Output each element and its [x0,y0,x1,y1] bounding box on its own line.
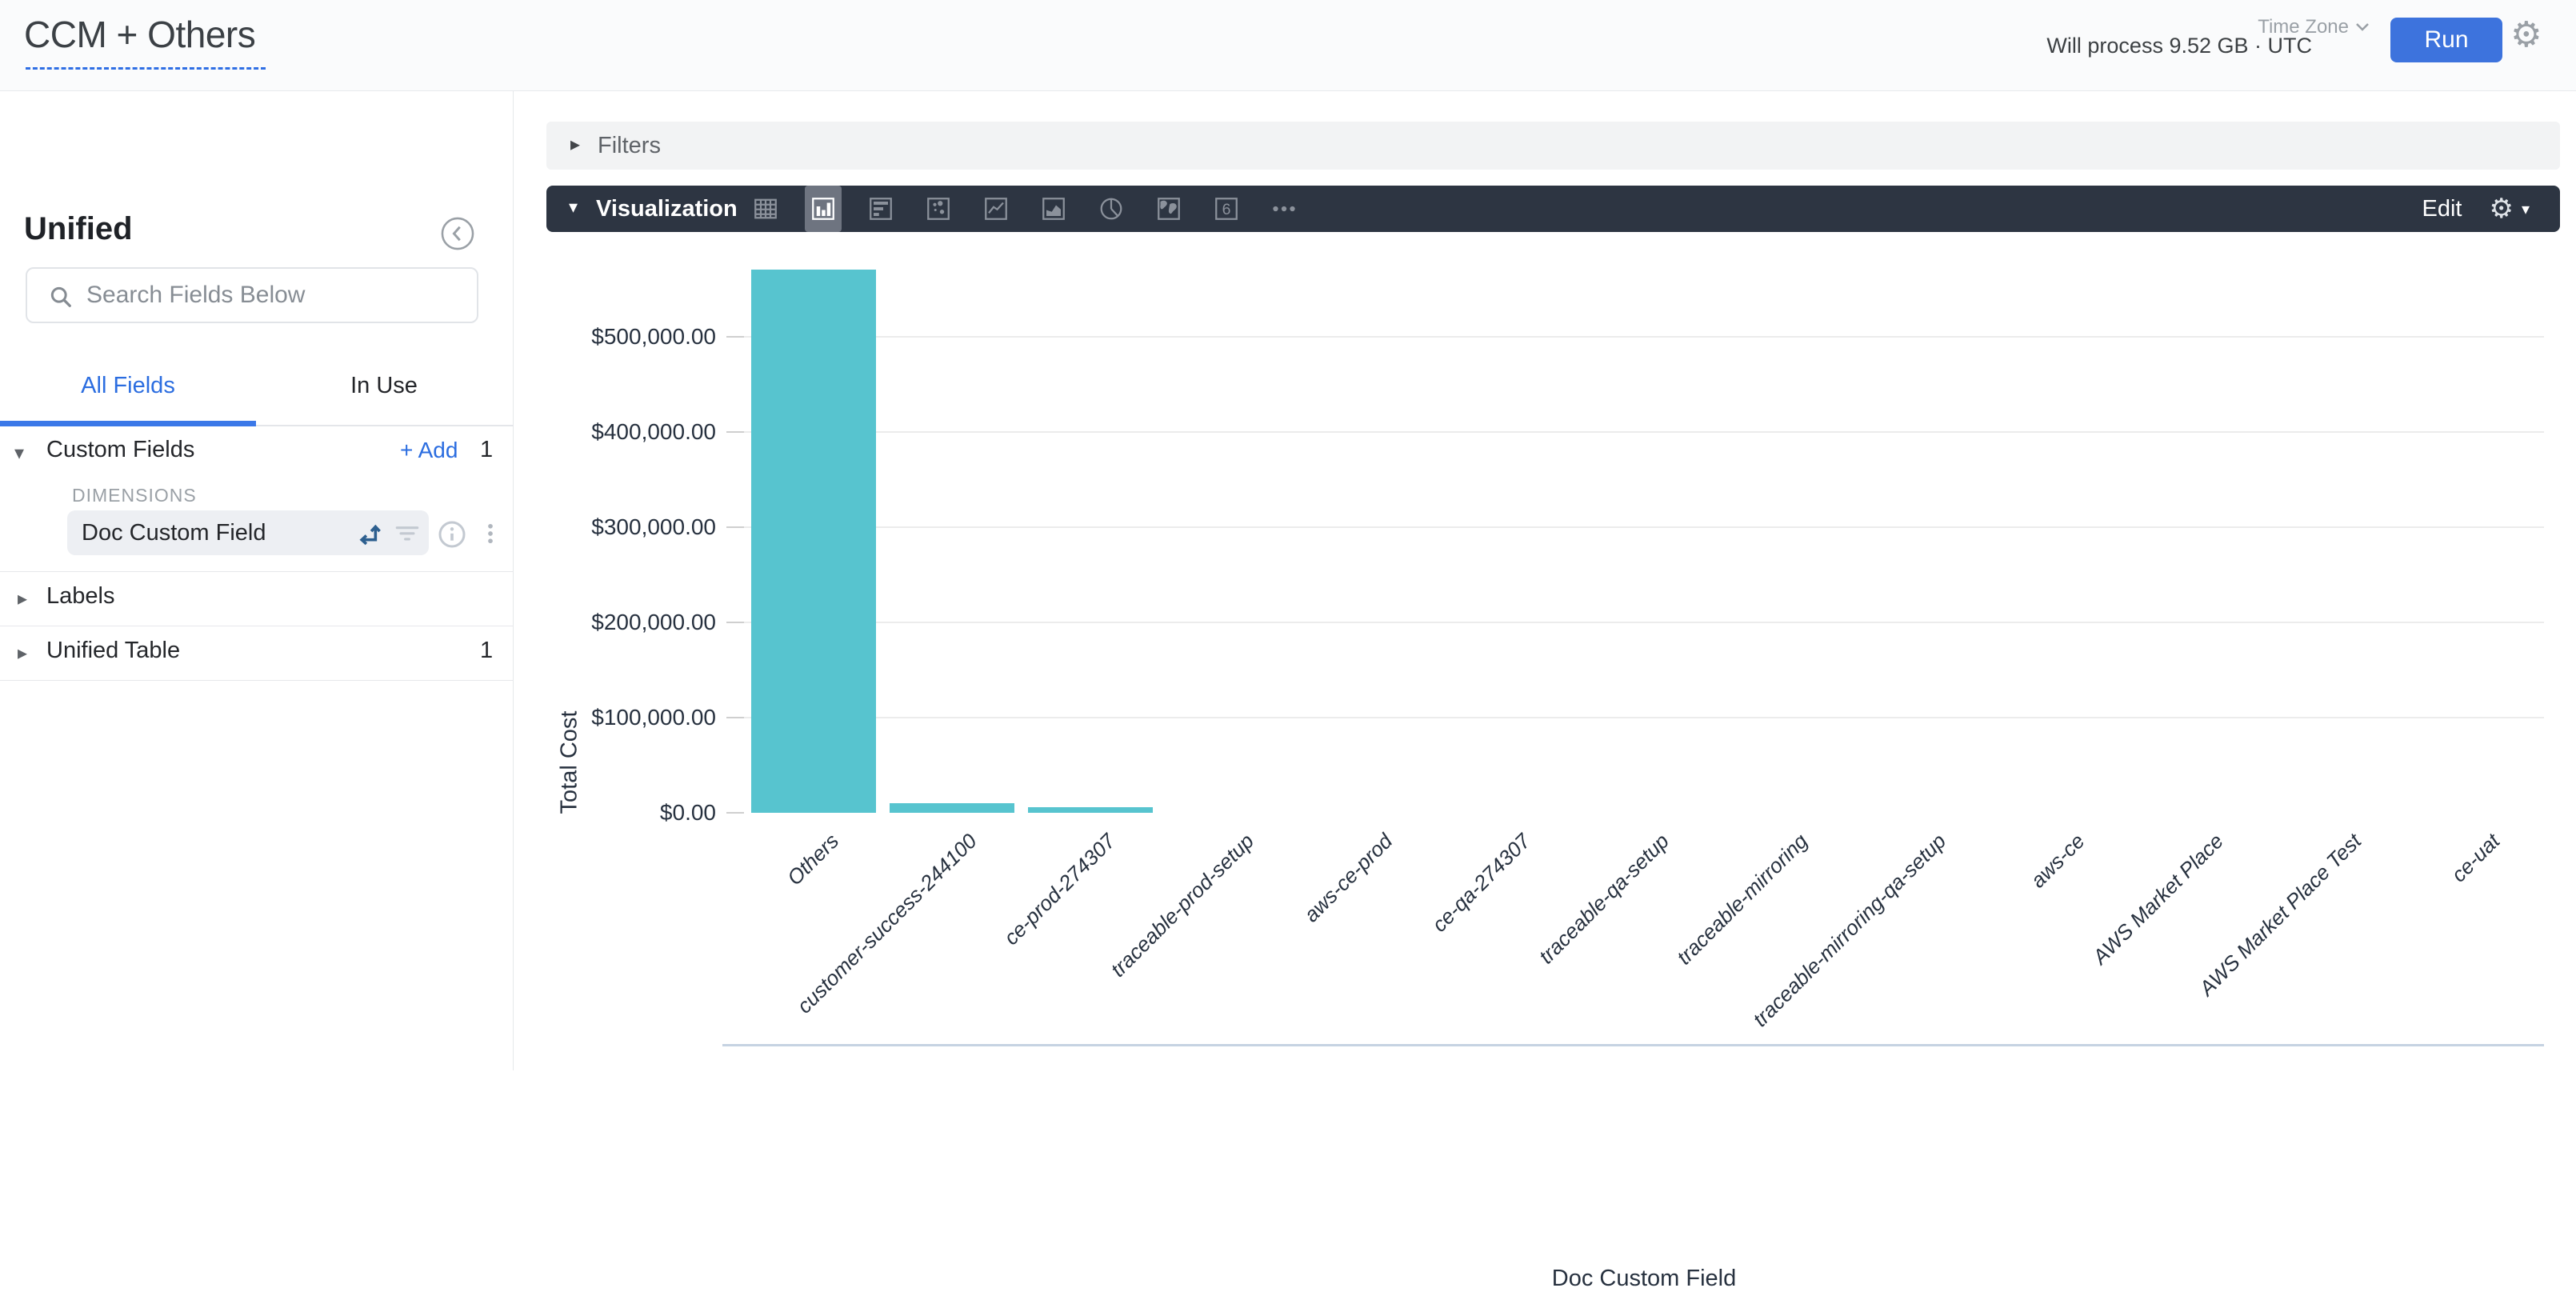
visualization-toolbar: ▾ Visualization 6 Edit ⚙ ▾ [546,186,2560,232]
run-button[interactable]: Run [2390,18,2502,62]
line-chart-icon [982,194,1010,223]
y-gridline [744,336,2544,338]
y-gridline [744,526,2544,528]
y-axis-tick [726,622,744,623]
gear-icon: ⚙ [2489,193,2513,225]
x-axis-label: traceable-prod-setup [1106,829,1259,982]
x-axis-label: aws-ce [2026,829,2090,893]
page-title[interactable]: CCM + Others [24,13,255,56]
chevron-down-icon [2355,22,2370,32]
x-axis-label: ce-prod-274307 [999,829,1121,950]
y-axis-tick-label: $200,000.00 [544,610,716,635]
viz-type-column-button[interactable] [805,186,842,232]
area-chart-icon [1039,194,1068,223]
x-axis-label: aws-ce-prod [1299,829,1398,927]
caret-down-icon[interactable]: ▾ [569,198,578,218]
x-axis-title: Doc Custom Field [1484,1266,1804,1292]
viz-edit-button[interactable]: Edit [2422,196,2462,222]
top-header: CCM + Others Time Zone Will process 9.52… [0,0,2576,91]
visualization-label: Visualization [596,186,738,232]
scatter-chart-icon [924,194,953,223]
single-chart-icon: 6 [1212,194,1241,223]
bar-ce-prod-274307[interactable] [1028,807,1153,813]
viz-settings-dropdown[interactable]: ⚙ ▾ [2489,193,2530,225]
y-gridline [744,622,2544,623]
y-axis-tick [726,336,744,338]
bar-chart-icon [866,194,895,223]
y-axis-tick-label: $100,000.00 [544,705,716,730]
y-axis-tick [726,431,744,433]
y-axis-tick-label: $500,000.00 [544,324,716,350]
x-axis-label: traceable-mirroring [1672,829,1813,970]
title-dashed-underline [26,67,266,70]
svg-text:6: 6 [1222,201,1231,218]
caret-right-icon: ▸ [570,133,580,155]
y-gridline [744,717,2544,718]
y-axis-tick-label: $0.00 [544,800,716,826]
viz-type-scatter-button[interactable] [920,186,957,232]
viz-type-line-button[interactable] [978,186,1014,232]
y-axis-tick [726,812,744,814]
table-chart-icon [751,194,780,223]
viz-type-table-button[interactable] [747,186,784,232]
y-gridline [744,431,2544,433]
bar-chart: Total Cost Doc Custom Field $0.00$100,00… [0,232,2576,1070]
process-size-status: Will process 9.52 GB · UTC [2046,34,2312,58]
y-axis-tick-label: $400,000.00 [544,419,716,445]
pie-chart-icon [1097,194,1126,223]
x-axis-label: AWS Market Place [2087,829,2228,970]
column-chart-icon [809,194,838,223]
settings-gear-icon[interactable]: ⚙ [2510,18,2542,53]
filters-label: Filters [598,122,661,170]
viz-type-bar-button[interactable] [862,186,899,232]
x-axis-label: ce-qa-274307 [1427,829,1535,937]
y-axis-tick-label: $300,000.00 [544,514,716,540]
map-chart-icon [1154,194,1183,223]
bar-Others[interactable] [751,270,876,813]
x-axis-label: Others [782,829,843,890]
x-axis-line [722,1044,2544,1046]
y-axis-tick [726,526,744,528]
viz-type-map-button[interactable] [1150,186,1187,232]
x-axis-label: AWS Market Place Test [2194,829,2366,1001]
viz-type-pie-button[interactable] [1093,186,1130,232]
caret-down-icon: ▾ [2522,199,2530,218]
filters-collapsed-bar[interactable]: ▸ Filters [546,122,2560,170]
y-axis-tick [726,717,744,718]
more-chart-icon [1270,194,1298,223]
viz-type-more-button[interactable] [1266,186,1302,232]
x-axis-label: traceable-qa-setup [1534,829,1674,969]
viz-type-single-button[interactable]: 6 [1208,186,1245,232]
bar-customer-success-244100[interactable] [890,803,1014,813]
x-axis-label: ce-uat [2446,829,2505,887]
viz-type-switcher: 6 [747,186,1302,232]
viz-type-area-button[interactable] [1035,186,1072,232]
